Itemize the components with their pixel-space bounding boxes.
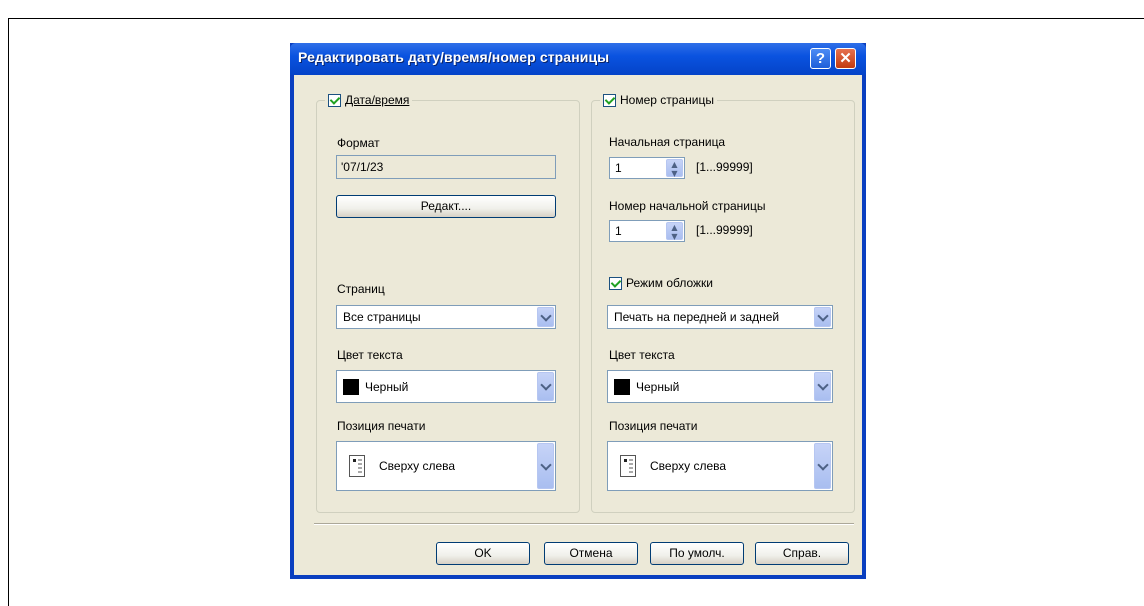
date-print-position-label: Позиция печати xyxy=(337,419,426,433)
cover-mode-value: Печать на передней и задней xyxy=(614,310,780,324)
date-time-checkbox[interactable]: Дата/время xyxy=(325,92,413,108)
help-button-label: Справ. xyxy=(782,546,822,560)
help-icon[interactable]: ? xyxy=(810,48,831,69)
chevron-down-icon[interactable] xyxy=(537,443,554,489)
default-button-label: По умолч. xyxy=(669,546,725,560)
page-print-position-label: Позиция печати xyxy=(609,419,698,433)
start-page-label: Начальная страница xyxy=(609,135,726,149)
spin-arrows-icon[interactable]: ▲ ▼ xyxy=(666,222,683,241)
pages-select[interactable]: Все страницы xyxy=(336,305,556,329)
page-print-position-select[interactable]: Сверху слева xyxy=(607,441,833,491)
close-icon[interactable]: ✕ xyxy=(835,48,856,69)
frame-top-border xyxy=(8,18,1144,19)
page-text-color-label: Цвет текста xyxy=(609,348,675,362)
page-number-group: Номер страницы Начальная страница 1 ▲ ▼ [… xyxy=(591,92,855,513)
edit-format-button-label: Редакт.... xyxy=(420,199,472,213)
date-print-position-select[interactable]: Сверху слева xyxy=(336,441,556,491)
format-field: '07/1/23 xyxy=(336,155,556,179)
date-text-color-value: Черный xyxy=(365,379,409,394)
page-text-color-value: Черный xyxy=(636,379,680,394)
page-text-color-value-wrap: Черный xyxy=(614,371,679,402)
checkmark-icon[interactable] xyxy=(603,93,616,107)
cancel-button-label: Отмена xyxy=(569,546,613,560)
black-swatch-icon xyxy=(343,378,359,395)
date-time-checkbox-label: Дата/время xyxy=(345,93,410,107)
format-label: Формат xyxy=(337,136,380,150)
chevron-down-icon[interactable] xyxy=(814,372,831,401)
start-number-range: [1...99999] xyxy=(696,223,753,237)
page-print-position-value: Сверху слева xyxy=(650,459,727,473)
edit-date-page-dialog: Редактировать дату/время/номер страницы … xyxy=(290,43,866,579)
page-print-position-value-wrap: Сверху слева xyxy=(620,442,726,490)
cover-mode-checkbox[interactable]: Режим обложки xyxy=(606,275,716,291)
ok-button[interactable]: OK xyxy=(436,542,530,565)
page-position-icon xyxy=(349,455,365,477)
date-print-position-value: Сверху слева xyxy=(379,459,456,473)
chevron-down-icon[interactable] xyxy=(814,307,831,327)
frame-left-border xyxy=(8,18,9,606)
start-number-value: 1 xyxy=(615,224,622,238)
date-text-color-label: Цвет текста xyxy=(337,348,403,362)
button-separator xyxy=(314,523,854,525)
pages-select-value: Все страницы xyxy=(343,310,421,324)
edit-format-button[interactable]: Редакт.... xyxy=(336,195,556,218)
ok-button-label: OK xyxy=(474,546,492,560)
black-swatch-icon xyxy=(614,378,630,395)
cancel-button[interactable]: Отмена xyxy=(544,542,638,565)
dialog-title: Редактировать дату/время/номер страницы xyxy=(298,49,610,65)
help-button[interactable]: Справ. xyxy=(755,542,849,565)
date-text-color-select[interactable]: Черный xyxy=(336,370,556,403)
default-button[interactable]: По умолч. xyxy=(650,542,744,565)
cover-mode-label: Режим обложки xyxy=(626,276,713,290)
start-number-label: Номер начальной страницы xyxy=(609,199,766,213)
start-page-value: 1 xyxy=(615,161,622,175)
dialog-body: Дата/время Формат '07/1/23 Редакт.... Ст… xyxy=(294,75,862,575)
date-time-group: Дата/время Формат '07/1/23 Редакт.... Ст… xyxy=(316,92,580,513)
start-page-range: [1...99999] xyxy=(696,160,753,174)
cover-mode-select[interactable]: Печать на передней и задней xyxy=(607,305,833,329)
page-text-color-select[interactable]: Черный xyxy=(607,370,833,403)
start-page-stepper[interactable]: 1 ▲ ▼ xyxy=(609,157,685,179)
chevron-down-icon[interactable] xyxy=(537,372,554,401)
chevron-down-icon[interactable] xyxy=(537,307,554,327)
pages-label: Страниц xyxy=(337,282,385,296)
page-number-checkbox-label: Номер страницы xyxy=(620,93,714,107)
chevron-down-icon[interactable] xyxy=(814,443,831,489)
checkmark-icon[interactable] xyxy=(328,93,341,107)
date-text-color-value-wrap: Черный xyxy=(343,371,408,402)
title-bar[interactable]: Редактировать дату/время/номер страницы … xyxy=(290,43,866,75)
date-print-position-value-wrap: Сверху слева xyxy=(349,442,455,490)
page-number-checkbox[interactable]: Номер страницы xyxy=(600,92,717,108)
spin-arrows-icon[interactable]: ▲ ▼ xyxy=(666,159,683,178)
start-number-stepper[interactable]: 1 ▲ ▼ xyxy=(609,220,685,242)
checkmark-icon[interactable] xyxy=(609,276,622,290)
page-position-icon xyxy=(620,455,636,477)
